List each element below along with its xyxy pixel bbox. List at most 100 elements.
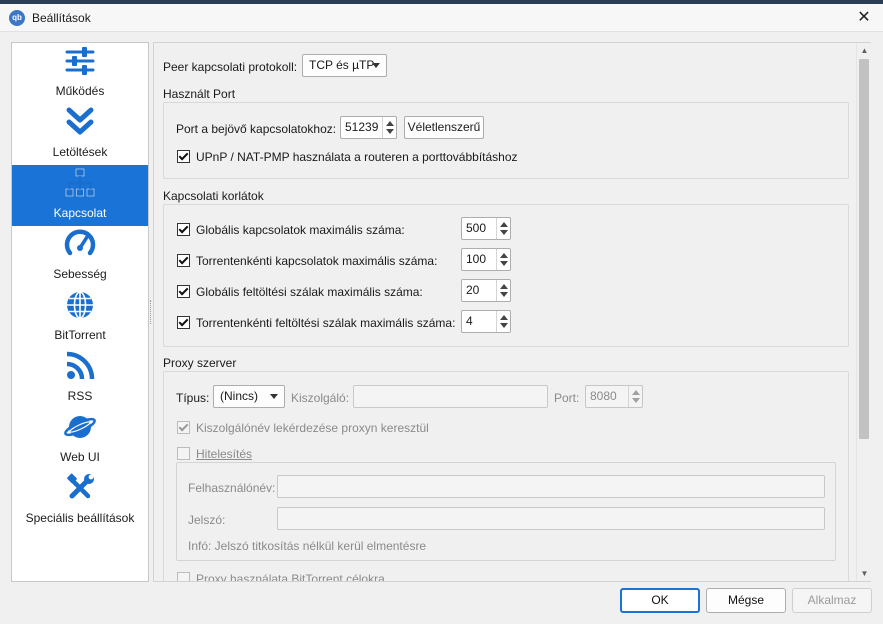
spin-arrows[interactable] <box>496 249 510 270</box>
settings-content: Peer kapcsolati protokoll: TCP és µTP Ha… <box>153 42 871 582</box>
protocol-value: TCP és µTP <box>309 58 375 72</box>
limit-spinbox[interactable]: 20 <box>461 279 511 302</box>
cancel-button[interactable]: Mégse <box>706 588 786 613</box>
arrow-up-icon <box>500 222 508 227</box>
proxy-group-title: Proxy szerver <box>163 356 237 370</box>
sidebar-item-mukodes[interactable]: Működés <box>12 43 148 104</box>
port-value: 51239 <box>345 120 379 134</box>
tools-icon <box>67 473 94 499</box>
limit-checkbox[interactable] <box>177 223 190 236</box>
spin-arrows[interactable] <box>628 386 642 407</box>
sidebar-item-label: BitTorrent <box>54 328 106 342</box>
limit-spinbox[interactable]: 100 <box>461 248 511 271</box>
limit-spinbox[interactable]: 500 <box>461 217 511 240</box>
arrow-up-icon <box>632 390 640 395</box>
protocol-dropdown[interactable]: TCP és µTP <box>302 54 387 77</box>
spin-arrows[interactable] <box>382 117 396 138</box>
window-title: Beállítások <box>32 11 91 25</box>
proxy-type-value: (Nincs) <box>220 389 258 403</box>
sidebar-item-sebesseg[interactable]: Sebesség <box>12 226 148 287</box>
sidebar-item-bittorrent[interactable]: BitTorrent <box>12 287 148 348</box>
sidebar-item-label: Web UI <box>60 450 100 464</box>
auth-label: Hitelesítés <box>196 447 253 461</box>
proxy-type-label: Típus: <box>176 391 210 405</box>
port-spinbox[interactable]: 51239 <box>340 116 397 139</box>
sidebar-item-label: Speciális beállítások <box>25 511 135 525</box>
arrow-up-icon <box>386 121 394 126</box>
proxy-bittorrent-label: Proxy használata BitTorrent célokra <box>196 572 385 582</box>
arrow-down-icon <box>500 323 508 328</box>
password-label: Jelszó: <box>188 513 226 527</box>
sidebar-item-rss[interactable]: RSS <box>12 348 148 409</box>
auth-group: Felhasználónév: Jelszó: Infó: Jelszó tit… <box>176 462 836 561</box>
proxy-server-label: Kiszolgáló: <box>291 391 350 405</box>
username-label: Felhasználónév: <box>188 481 276 495</box>
double-chevron-down-icon <box>66 107 94 135</box>
limit-label: Globális feltöltési szálak maximális szá… <box>196 285 423 299</box>
proxy-server-input[interactable] <box>353 385 548 408</box>
upnp-checkbox[interactable] <box>177 150 190 163</box>
password-info-text: Infó: Jelszó titkosítás nélkül kerül elm… <box>188 539 427 553</box>
arrow-up-icon <box>500 315 508 320</box>
spin-arrows[interactable] <box>496 218 510 239</box>
sidebar-item-label: Letöltések <box>52 145 108 159</box>
password-input[interactable] <box>277 507 825 530</box>
limit-spinbox[interactable]: 4 <box>461 310 511 333</box>
arrow-down-icon <box>386 129 394 134</box>
scrollbar-thumb[interactable] <box>859 59 869 439</box>
limit-checkbox[interactable] <box>177 285 190 298</box>
title-bar: qb Beállítások ✕ <box>0 4 883 32</box>
hostname-lookup-checkbox[interactable] <box>177 421 190 434</box>
scroll-down-icon[interactable]: ▼ <box>857 566 872 581</box>
sidebar-item-specialis[interactable]: Speciális beállítások <box>12 470 148 531</box>
check-icon <box>178 285 189 296</box>
proxy-port-spinbox[interactable]: 8080 <box>585 385 643 408</box>
arrow-up-icon <box>500 253 508 258</box>
port-group: Port a bejövő kapcsolatokhoz: 51239 Véle… <box>163 102 849 179</box>
close-icon[interactable]: ✕ <box>853 7 875 29</box>
limit-label: Globális kapcsolatok maximális száma: <box>196 223 405 237</box>
vertical-scrollbar[interactable]: ▲ ▼ <box>856 43 871 581</box>
protocol-label: Peer kapcsolati protokoll: <box>163 60 298 74</box>
ok-button[interactable]: OK <box>620 588 700 613</box>
limit-value: 500 <box>466 221 487 235</box>
sidebar-item-webui[interactable]: Web UI <box>12 409 148 470</box>
auth-checkbox[interactable] <box>177 447 190 460</box>
network-icon <box>65 168 95 197</box>
spin-arrows[interactable] <box>496 280 510 301</box>
limit-value: 4 <box>466 314 473 328</box>
check-icon <box>178 223 189 234</box>
rss-icon <box>66 351 95 380</box>
limit-label: Torrentenkénti feltöltési szálak maximál… <box>196 316 456 330</box>
sidebar-item-label: Sebesség <box>53 267 107 281</box>
limit-checkbox[interactable] <box>177 316 190 329</box>
random-port-button[interactable]: Véletlenszerű <box>404 116 484 139</box>
chevron-down-icon <box>372 63 380 68</box>
apply-button[interactable]: Alkalmaz <box>792 588 872 613</box>
app-icon: qb <box>9 10 25 26</box>
scroll-up-icon[interactable]: ▲ <box>857 43 872 58</box>
proxy-bittorrent-checkbox[interactable] <box>177 572 190 581</box>
planet-icon <box>64 416 96 438</box>
port-group-title: Használt Port <box>163 87 236 101</box>
limit-checkbox[interactable] <box>177 254 190 267</box>
settings-sidebar: Működés Letöltések Kapcsolat Sebesség Bi… <box>11 42 149 582</box>
spin-arrows[interactable] <box>496 311 510 332</box>
sidebar-item-kapcsolat[interactable]: Kapcsolat <box>12 165 148 226</box>
arrow-down-icon <box>500 261 508 266</box>
chevron-down-icon <box>270 394 278 399</box>
arrow-down-icon <box>500 292 508 297</box>
sliders-icon <box>65 47 95 75</box>
limit-value: 100 <box>466 252 487 266</box>
arrow-down-icon <box>632 398 640 403</box>
arrow-down-icon <box>500 230 508 235</box>
username-input[interactable] <box>277 475 825 498</box>
check-icon <box>178 421 189 432</box>
proxy-type-dropdown[interactable]: (Nincs) <box>213 385 285 408</box>
arrow-up-icon <box>500 284 508 289</box>
globe-icon <box>67 291 93 319</box>
check-icon <box>178 316 189 327</box>
check-icon <box>178 254 189 265</box>
sidebar-item-letoltesek[interactable]: Letöltések <box>12 104 148 165</box>
sidebar-item-label: Kapcsolat <box>53 206 107 220</box>
